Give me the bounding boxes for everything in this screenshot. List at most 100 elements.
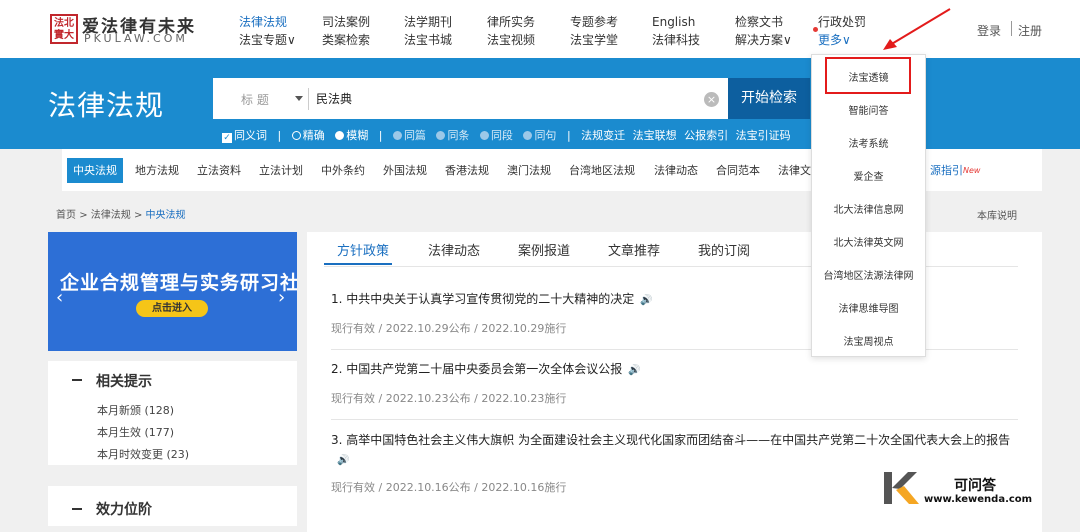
nav-more[interactable]: 更多∨ (818, 31, 866, 49)
menu-item-qa[interactable]: 智能问答 (812, 102, 925, 117)
cat-foreign[interactable]: 外国法规 (377, 158, 433, 183)
clear-icon[interactable]: × (704, 92, 719, 107)
cat-central[interactable]: 中央法规 (67, 158, 123, 183)
speaker-icon[interactable]: 🔊 (628, 361, 640, 380)
chevron-left-icon[interactable]: ‹ (56, 287, 63, 308)
link-citation-code[interactable]: 法宝引证码 (736, 129, 791, 142)
search-type-select[interactable]: 标 题 (241, 91, 269, 108)
nav-col-3: 法学期刊 法宝书城 (404, 13, 452, 49)
menu-item-pku-info[interactable]: 北大法律信息网 (812, 201, 925, 216)
option-fuzzy[interactable]: 模糊 (335, 129, 368, 142)
crumb-home[interactable]: 首页 (56, 210, 76, 221)
options-sep-1: | (277, 129, 282, 142)
cat-taiwan[interactable]: 台湾地区法规 (563, 158, 641, 183)
article-title[interactable]: 2. 中国共产党第二十届中央委员会第一次全体会议公报 🔊 (331, 360, 1021, 380)
nav-admin-penalty[interactable]: 行政处罚 (818, 13, 866, 31)
option-same-article-label: 同篇 (403, 129, 426, 142)
tab-articles[interactable]: 文章推荐 (608, 240, 660, 259)
article-title-text[interactable]: 3. 高举中国特色社会主义伟大旗帜 为全面建设社会主义现代化国家而团结奋斗——在… (331, 433, 1010, 447)
nav-col-8: 行政处罚 更多∨ (818, 13, 866, 49)
option-same-clause[interactable]: 同条 (436, 129, 469, 142)
link-law-changes[interactable]: 法规变迁 (581, 129, 625, 142)
radio-selected-icon[interactable] (335, 131, 345, 140)
login-link[interactable]: 登录 (977, 22, 1001, 39)
promo-enter-button[interactable]: 点击进入 (136, 300, 208, 317)
cat-local[interactable]: 地方法规 (129, 158, 185, 183)
option-same-sentence[interactable]: 同句 (523, 129, 556, 142)
tab-news[interactable]: 法律动态 (428, 240, 480, 259)
option-synonym[interactable]: ✓ 同义词 (222, 129, 267, 143)
menu-item-weekly[interactable]: 法宝周视点 (812, 333, 925, 348)
tab-policy[interactable]: 方针政策 (337, 240, 389, 259)
article-title-text[interactable]: 1. 中共中央关于认真学习宣传贯彻党的二十大精神的决定 (331, 292, 634, 306)
tab-case-reports[interactable]: 案例报道 (518, 240, 570, 259)
tab-subscriptions[interactable]: 我的订阅 (698, 240, 750, 259)
cat-legislative-plan[interactable]: 立法计划 (253, 158, 309, 183)
nav-bookstore[interactable]: 法宝书城 (404, 31, 452, 49)
option-precise-label: 精确 (302, 129, 325, 142)
search-button[interactable]: 开始检索 (728, 78, 810, 119)
nav-similar-cases[interactable]: 类案检索 (322, 31, 370, 49)
register-link[interactable]: 注册 (1018, 22, 1042, 39)
nav-reference[interactable]: 专题参考 (570, 13, 618, 31)
checkbox-icon[interactable]: ✓ (222, 133, 232, 143)
cat-contracts[interactable]: 合同范本 (710, 158, 766, 183)
link-law-association[interactable]: 法宝联想 (633, 129, 677, 142)
chevron-right-icon[interactable]: › (278, 287, 285, 308)
collapse-icon[interactable] (72, 508, 82, 510)
menu-item-aiqicha[interactable]: 爱企查 (812, 168, 925, 183)
promo-banner[interactable]: 企业合规管理与实务研习社 点击进入 ‹ › (48, 232, 297, 351)
related-item[interactable]: 本月时效变更 (23) (97, 446, 189, 462)
crumb-laws[interactable]: 法律法规 (91, 210, 131, 221)
nav-laws[interactable]: 法律法规 (239, 13, 296, 31)
cat-macau[interactable]: 澳门法规 (501, 158, 557, 183)
option-fuzzy-label: 模糊 (346, 129, 369, 142)
option-same-article[interactable]: 同篇 (392, 129, 426, 142)
new-badge: New (963, 166, 981, 175)
collapse-icon[interactable] (72, 379, 82, 381)
radio-disabled-icon (523, 131, 533, 140)
cat-hongkong[interactable]: 香港法规 (439, 158, 495, 183)
menu-item-mindmap[interactable]: 法律思维导图 (812, 300, 925, 315)
cat-legislative-materials[interactable]: 立法资料 (191, 158, 247, 183)
nav-lawfirm[interactable]: 律所实务 (487, 13, 535, 31)
option-same-para[interactable]: 同段 (479, 129, 513, 142)
link-gazette-index[interactable]: 公报索引 (684, 129, 728, 142)
menu-item-taiwan-source[interactable]: 台湾地区法源法律网 (812, 267, 925, 282)
nav-legaltech[interactable]: 法律科技 (652, 31, 700, 49)
related-item[interactable]: 本月新颁 (128) (97, 402, 174, 418)
logo-seal[interactable]: 法北 實大 (50, 14, 78, 44)
nav-col-7: 检察文书 解决方案∨ (735, 13, 792, 49)
login-divider (1011, 21, 1012, 36)
nav-cases[interactable]: 司法案例 (322, 13, 370, 31)
cat-news[interactable]: 法律动态 (648, 158, 704, 183)
article-title[interactable]: 3. 高举中国特色社会主义伟大旗帜 为全面建设社会主义现代化国家而团结奋斗——在… (331, 431, 1021, 470)
nav-solutions[interactable]: 解决方案∨ (735, 31, 792, 49)
article-meta: 现行有效 / 2022.10.23公布 / 2022.10.23施行 (331, 392, 567, 405)
speaker-icon[interactable]: 🔊 (640, 291, 652, 310)
watermark-url: www.kewenda.com (924, 494, 1033, 505)
nav-school[interactable]: 法宝学堂 (570, 31, 618, 49)
nav-video[interactable]: 法宝视频 (487, 31, 535, 49)
article-title-text[interactable]: 2. 中国共产党第二十届中央委员会第一次全体会议公报 (331, 362, 622, 376)
menu-item-exam[interactable]: 法考系统 (812, 135, 925, 150)
related-item[interactable]: 本月生效 (177) (97, 424, 174, 440)
cat-treaties[interactable]: 中外条约 (315, 158, 371, 183)
nav-english[interactable]: English (652, 13, 700, 31)
speaker-icon[interactable]: 🔊 (337, 451, 349, 470)
option-synonym-label: 同义词 (234, 129, 267, 142)
cat-source-guide[interactable]: 源指引New (924, 158, 986, 183)
search-input[interactable] (316, 91, 696, 105)
nav-journals[interactable]: 法学期刊 (404, 13, 452, 31)
library-note-link[interactable]: 本库说明 (977, 207, 1017, 222)
menu-item-pku-english[interactable]: 北大法律英文网 (812, 234, 925, 249)
tab-active-indicator (324, 263, 392, 265)
radio-disabled-icon (392, 131, 402, 140)
chevron-down-icon[interactable] (295, 96, 303, 101)
radio-disabled-icon (436, 131, 446, 140)
nav-topics[interactable]: 法宝专题∨ (239, 31, 296, 49)
related-tips-title: 相关提示 (96, 374, 152, 390)
option-precise[interactable]: 精确 (291, 129, 325, 142)
nav-procuratorate[interactable]: 检察文书 (735, 13, 792, 31)
radio-icon[interactable] (291, 131, 301, 140)
